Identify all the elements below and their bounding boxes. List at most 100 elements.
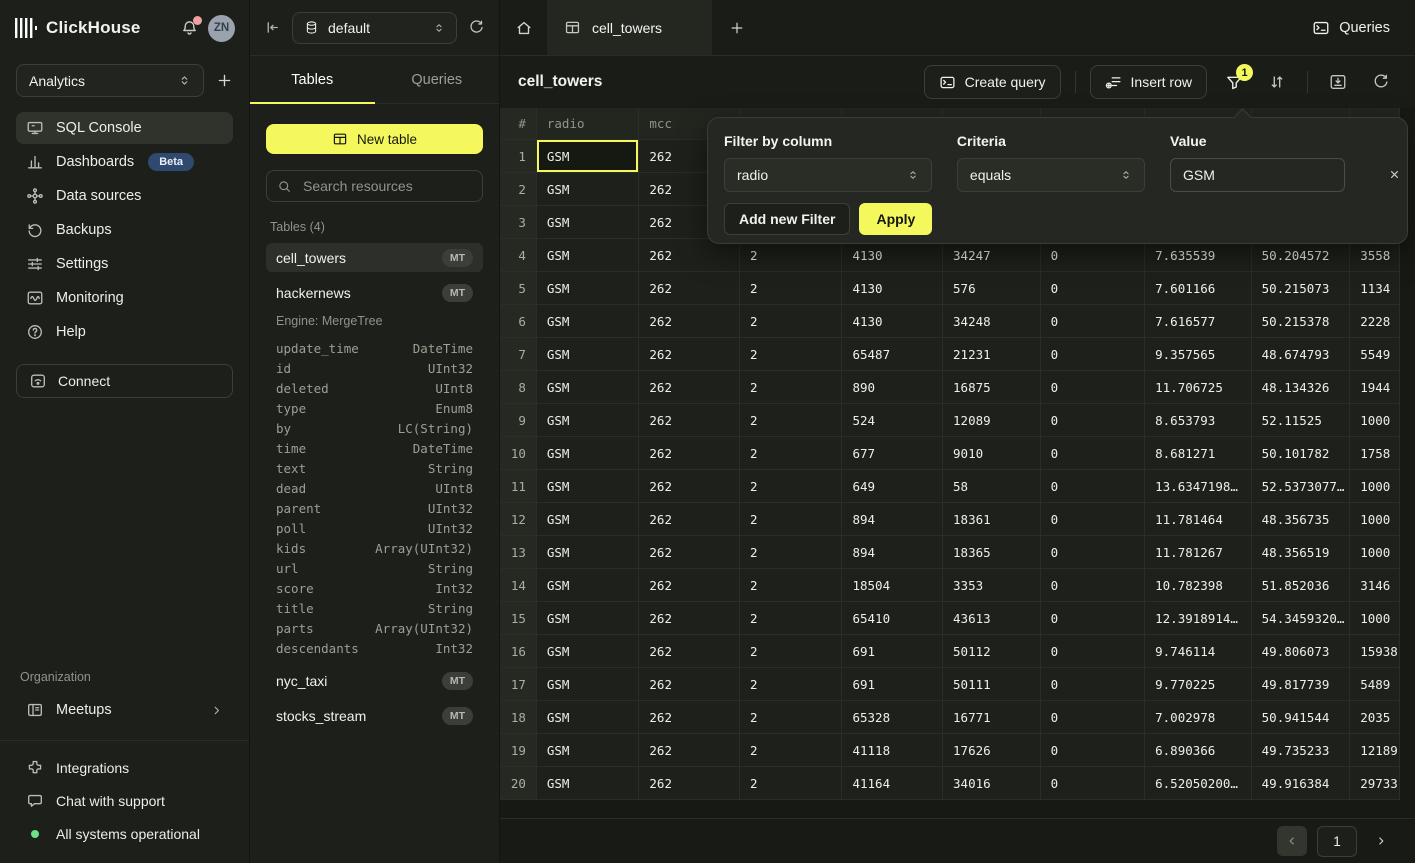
table-cell[interactable]: 6.52050200… xyxy=(1145,767,1252,800)
table-cell[interactable]: 2 xyxy=(740,635,843,668)
table-cell[interactable]: 7.601166 xyxy=(1145,272,1252,305)
table-cell[interactable]: 49.916384 xyxy=(1252,767,1351,800)
table-cell[interactable]: 2 xyxy=(740,338,843,371)
table-cell[interactable]: 29733 xyxy=(1350,767,1400,800)
table-cell[interactable]: 576 xyxy=(943,272,1041,305)
table-cell[interactable]: 894 xyxy=(842,536,943,569)
table-cell[interactable]: 52.11525 xyxy=(1252,404,1351,437)
table-cell[interactable]: 2 xyxy=(740,371,843,404)
prev-page-button[interactable] xyxy=(1277,826,1307,856)
table-cell[interactable]: 13.6347198… xyxy=(1145,470,1252,503)
sidebar-item-chat-with-support[interactable]: Chat with support xyxy=(16,786,233,816)
sidebar-item-monitoring[interactable]: Monitoring xyxy=(16,282,233,314)
table-cell[interactable]: 677 xyxy=(842,437,943,470)
table-cell[interactable]: 262 xyxy=(639,305,740,338)
table-cell[interactable]: 262 xyxy=(639,569,740,602)
table-cell[interactable]: 18361 xyxy=(943,503,1041,536)
sidebar-item-all-systems-operational[interactable]: All systems operational xyxy=(16,819,233,849)
apply-filter-button[interactable]: Apply xyxy=(859,203,932,235)
table-cell[interactable]: 0 xyxy=(1041,767,1146,800)
table-cell[interactable]: 21231 xyxy=(943,338,1041,371)
table-cell[interactable]: 48.674793 xyxy=(1252,338,1351,371)
table-cell[interactable]: 12189 xyxy=(1350,734,1400,767)
table-cell[interactable]: 0 xyxy=(1041,404,1146,437)
queries-button[interactable]: Queries xyxy=(1312,0,1415,55)
table-cell[interactable]: 0 xyxy=(1041,668,1146,701)
download-button[interactable] xyxy=(1322,65,1354,99)
table-cell[interactable]: 3146 xyxy=(1350,569,1400,602)
table-cell[interactable]: GSM xyxy=(537,305,640,338)
table-cell[interactable]: 15938 xyxy=(1350,635,1400,668)
filter-criteria-select[interactable]: equals xyxy=(957,158,1145,192)
database-select[interactable]: default xyxy=(292,12,457,44)
table-cell[interactable]: 1758 xyxy=(1350,437,1400,470)
table-cell[interactable]: 9.357565 xyxy=(1145,338,1252,371)
table-cell[interactable]: 50111 xyxy=(943,668,1041,701)
table-cell[interactable]: 12.3918914… xyxy=(1145,602,1252,635)
table-cell[interactable]: 65410 xyxy=(842,602,943,635)
table-cell[interactable]: 17626 xyxy=(943,734,1041,767)
table-cell[interactable]: 6.890366 xyxy=(1145,734,1252,767)
table-cell[interactable]: GSM xyxy=(537,173,640,206)
table-cell[interactable]: 5489 xyxy=(1350,668,1400,701)
table-cell[interactable]: GSM xyxy=(537,404,640,437)
table-cell[interactable]: GSM xyxy=(537,239,640,272)
table-cell[interactable]: 2 xyxy=(740,701,843,734)
table-cell[interactable]: 34016 xyxy=(943,767,1041,800)
table-cell[interactable]: 2 xyxy=(740,470,843,503)
table-cell[interactable]: 262 xyxy=(639,437,740,470)
new-table-button[interactable]: New table xyxy=(266,124,483,154)
table-cell[interactable]: 0 xyxy=(1041,437,1146,470)
table-cell[interactable]: 11.781464 xyxy=(1145,503,1252,536)
table-cell[interactable]: 52.5373077… xyxy=(1252,470,1351,503)
table-cell[interactable]: 49.806073 xyxy=(1252,635,1351,668)
table-cell[interactable]: 43613 xyxy=(943,602,1041,635)
sidebar-item-help[interactable]: Help xyxy=(16,316,233,348)
table-cell[interactable]: GSM xyxy=(537,602,640,635)
table-cell[interactable]: 0 xyxy=(1041,503,1146,536)
sidebar-item-settings[interactable]: Settings xyxy=(16,248,233,280)
table-cell[interactable]: 2 xyxy=(740,503,843,536)
table-cell[interactable]: 8.681271 xyxy=(1145,437,1252,470)
tab-tables[interactable]: Tables xyxy=(250,56,375,103)
search-input[interactable] xyxy=(301,177,472,195)
table-cell[interactable]: 7.002978 xyxy=(1145,701,1252,734)
table-cell[interactable]: 691 xyxy=(842,668,943,701)
table-cell[interactable]: GSM xyxy=(537,272,640,305)
table-cell[interactable]: 54.3459320… xyxy=(1252,602,1351,635)
table-cell[interactable]: 2 xyxy=(740,668,843,701)
table-cell[interactable]: 34248 xyxy=(943,305,1041,338)
table-cell[interactable]: GSM xyxy=(537,569,640,602)
sidebar-item-sql-console[interactable]: SQL Console xyxy=(16,112,233,144)
insert-row-button[interactable]: Insert row xyxy=(1090,65,1207,99)
table-cell[interactable]: 48.134326 xyxy=(1252,371,1351,404)
connect-button[interactable]: Connect xyxy=(16,364,233,398)
table-cell[interactable]: 1000 xyxy=(1350,536,1400,569)
table-cell[interactable]: 9010 xyxy=(943,437,1041,470)
table-cell[interactable]: 0 xyxy=(1041,305,1146,338)
table-cell[interactable]: GSM xyxy=(537,668,640,701)
table-cell[interactable]: 2 xyxy=(740,767,843,800)
table-cell[interactable]: 2 xyxy=(740,569,843,602)
sort-button[interactable] xyxy=(1261,65,1293,99)
refresh-button[interactable] xyxy=(1365,65,1397,99)
table-cell[interactable]: 0 xyxy=(1041,536,1146,569)
table-cell[interactable]: 262 xyxy=(639,338,740,371)
table-cell[interactable]: 0 xyxy=(1041,635,1146,668)
table-item-cell-towers[interactable]: cell_towers MT xyxy=(266,243,483,272)
table-cell[interactable]: 0 xyxy=(1041,338,1146,371)
column-header[interactable]: radio xyxy=(537,108,640,140)
table-cell[interactable]: 50.215378 xyxy=(1252,305,1351,338)
collapse-panel-icon[interactable] xyxy=(264,19,281,36)
workspace-select[interactable]: Analytics xyxy=(16,64,204,97)
table-cell[interactable]: 2228 xyxy=(1350,305,1400,338)
table-cell[interactable]: 49.735233 xyxy=(1252,734,1351,767)
table-cell[interactable]: 262 xyxy=(639,371,740,404)
table-item-stocks-stream[interactable]: stocks_stream MT xyxy=(266,701,483,730)
add-new-filter-button[interactable]: Add new Filter xyxy=(724,203,850,235)
table-cell[interactable]: 2 xyxy=(740,437,843,470)
table-cell[interactable]: 65487 xyxy=(842,338,943,371)
table-cell[interactable]: 2 xyxy=(740,305,843,338)
table-cell[interactable]: 18365 xyxy=(943,536,1041,569)
table-cell[interactable]: 0 xyxy=(1041,734,1146,767)
